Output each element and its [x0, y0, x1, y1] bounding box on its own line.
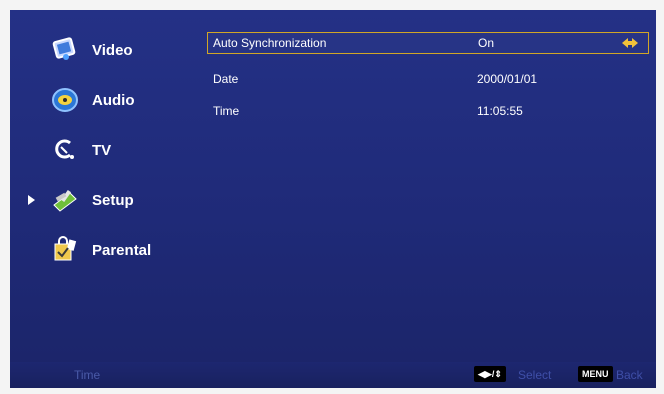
sidebar-item-tv[interactable]: TV: [30, 130, 111, 170]
settings-panel: Auto Synchronization On Date 2000/01/01 …: [195, 10, 656, 350]
setup-icon: [48, 183, 82, 217]
left-right-arrows-icon[interactable]: [622, 36, 638, 50]
setting-value: On: [478, 36, 495, 50]
footer-title: Time: [74, 368, 101, 382]
tv-icon: [48, 133, 82, 167]
setting-row-time[interactable]: Time 11:05:55: [207, 100, 649, 122]
sidebar-item-label: Setup: [92, 191, 134, 209]
parental-icon: [48, 233, 82, 267]
setting-row-date[interactable]: Date 2000/01/01: [207, 68, 649, 90]
setting-label: Auto Synchronization: [213, 36, 327, 50]
sidebar-item-audio[interactable]: Audio: [30, 80, 135, 120]
sidebar-menu: Video Audio TV Setup Parental: [10, 10, 190, 350]
sidebar-item-label: Audio: [92, 91, 135, 109]
navigate-key-icon: ◀▶/⇕: [474, 366, 506, 382]
sidebar-item-setup[interactable]: Setup: [28, 180, 134, 220]
video-icon: [48, 33, 82, 67]
sidebar-item-label: TV: [92, 141, 112, 159]
setting-label: Time: [213, 104, 240, 118]
back-hint: Back: [616, 368, 643, 382]
setting-label: Date: [213, 72, 239, 86]
sidebar-item-label: Parental: [92, 241, 152, 259]
sidebar-item-video[interactable]: Video: [30, 30, 133, 70]
select-hint: Select: [518, 368, 552, 382]
setting-value: 11:05:55: [477, 104, 523, 118]
audio-icon: [48, 83, 82, 117]
sidebar-item-parental[interactable]: Parental: [30, 230, 151, 270]
setting-row-auto-synchronization[interactable]: Auto Synchronization On: [207, 32, 649, 54]
sidebar-item-label: Video: [92, 41, 133, 59]
menu-key-icon: MENU: [578, 366, 613, 382]
settings-screen: Video Audio TV Setup Parental Auto Synch…: [10, 10, 656, 388]
setting-value: 2000/01/01: [477, 72, 538, 86]
footer-bar: Time ◀▶/⇕ Select MENU Back: [10, 362, 656, 388]
selection-arrow-icon: [28, 195, 35, 205]
